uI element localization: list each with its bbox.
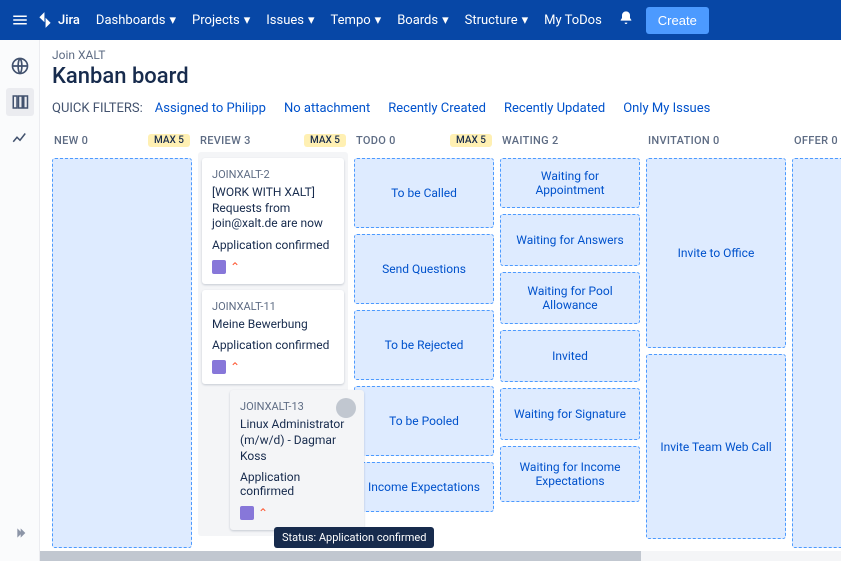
kanban-board: NEW 0 MAX 5 REVIEW 3 MAX 5 JOINXALT-2 [W… xyxy=(40,128,841,561)
column-max-badge: MAX 5 xyxy=(450,134,492,147)
notifications-icon[interactable] xyxy=(618,10,634,30)
transition-zone[interactable]: Waiting for Pool Allowance xyxy=(500,272,640,324)
issue-summary: Meine Bewerbung xyxy=(212,317,334,333)
column-new: NEW 0 MAX 5 xyxy=(52,128,192,548)
issue-key: JOINXALT-2 xyxy=(212,168,334,181)
nav-mytodos[interactable]: My ToDos xyxy=(536,0,610,40)
transition-zone[interactable]: Send Questions xyxy=(354,234,494,304)
nav-tempo[interactable]: Tempo▾ xyxy=(323,0,390,40)
horizontal-scrollbar[interactable] xyxy=(40,551,841,561)
logo-text: Jira xyxy=(58,13,80,28)
sidebar-board-icon[interactable] xyxy=(6,88,34,116)
issue-type-icon xyxy=(212,360,226,374)
nav-boards[interactable]: Boards▾ xyxy=(389,0,456,40)
priority-icon: ⌃ xyxy=(230,260,240,274)
drop-zone[interactable] xyxy=(792,158,841,548)
transition-zone[interactable]: Waiting for Answers xyxy=(500,214,640,266)
quick-filters: QUICK FILTERS: Assigned to Philipp No at… xyxy=(40,93,841,128)
chevron-down-icon: ▾ xyxy=(244,13,251,28)
issue-summary: [WORK WITH XALT] Requests from join@xalt… xyxy=(212,185,334,232)
breadcrumb[interactable]: Join XALT xyxy=(52,48,829,62)
column-header: NEW 0 xyxy=(54,134,88,147)
issue-type-icon xyxy=(240,506,254,520)
column-header: WAITING 2 xyxy=(502,134,559,147)
column-header: REVIEW 3 xyxy=(200,134,251,147)
priority-icon: ⌃ xyxy=(258,506,268,520)
column-header: OFFER 0 xyxy=(794,134,838,147)
issue-card[interactable]: JOINXALT-13 Linux Administrator (m/w/d) … xyxy=(230,390,364,530)
sidebar-expand-icon[interactable] xyxy=(6,519,34,547)
sidebar-globe-icon[interactable] xyxy=(6,52,34,80)
main-content: Join XALT Kanban board QUICK FILTERS: As… xyxy=(40,40,841,561)
transition-zone[interactable]: To be Pooled xyxy=(354,386,494,456)
transition-zone[interactable]: Invite to Office xyxy=(646,158,786,348)
filters-label: QUICK FILTERS: xyxy=(52,101,143,116)
filter-item[interactable]: Recently Created xyxy=(388,101,486,116)
column-invitation: INVITATION 0 Invite to Office Invite Tea… xyxy=(646,128,786,548)
transition-zone[interactable]: Waiting for Appointment xyxy=(500,158,640,208)
filter-item[interactable]: Assigned to Philipp xyxy=(155,101,266,116)
column-waiting: WAITING 2 Waiting for Appointment Waitin… xyxy=(500,128,640,548)
filter-item[interactable]: Recently Updated xyxy=(504,101,605,116)
issue-type-icon xyxy=(212,260,226,274)
column-max-badge: MAX 5 xyxy=(148,134,190,147)
app-switcher-icon[interactable] xyxy=(8,8,32,32)
issue-card[interactable]: JOINXALT-11 Meine Bewerbung Application … xyxy=(202,290,344,385)
nav-structure[interactable]: Structure▾ xyxy=(457,0,536,40)
nav-dashboards[interactable]: Dashboards▾ xyxy=(88,0,184,40)
issue-key: JOINXALT-11 xyxy=(212,300,334,313)
chevron-down-icon: ▾ xyxy=(375,13,382,28)
column-todo: TODO 0 MAX 5 To be Called Send Questions… xyxy=(354,128,494,548)
priority-icon: ⌃ xyxy=(230,360,240,374)
chevron-down-icon: ▾ xyxy=(442,13,449,28)
column-review: REVIEW 3 MAX 5 JOINXALT-2 [WORK WITH XAL… xyxy=(198,128,348,548)
column-header: TODO 0 xyxy=(356,134,396,147)
left-sidebar xyxy=(0,40,40,561)
issue-status: Application confirmed xyxy=(212,238,334,252)
column-header: INVITATION 0 xyxy=(648,134,720,147)
drop-zone[interactable] xyxy=(52,158,192,548)
chevron-down-icon: ▾ xyxy=(308,13,315,28)
transition-zone[interactable]: Waiting for Income Expectations xyxy=(500,446,640,502)
nav-issues[interactable]: Issues▾ xyxy=(258,0,322,40)
board-title: Kanban board xyxy=(52,64,829,89)
transition-zone[interactable]: Income Expectations xyxy=(354,462,494,512)
jira-logo[interactable]: Jira xyxy=(36,11,80,29)
filter-item[interactable]: Only My Issues xyxy=(623,101,710,116)
filter-item[interactable]: No attachment xyxy=(284,101,370,116)
issue-summary: Linux Administrator (m/w/d) - Dagmar Kos… xyxy=(240,417,354,464)
top-navigation: Jira Dashboards▾ Projects▾ Issues▾ Tempo… xyxy=(0,0,841,40)
chevron-down-icon: ▾ xyxy=(522,13,529,28)
nav-projects[interactable]: Projects▾ xyxy=(184,0,258,40)
transition-zone[interactable]: To be Called xyxy=(354,158,494,228)
column-max-badge: MAX 5 xyxy=(304,134,346,147)
status-tooltip: Status: Application confirmed xyxy=(274,527,434,548)
primary-nav: Dashboards▾ Projects▾ Issues▾ Tempo▾ Boa… xyxy=(88,0,709,40)
transition-zone[interactable]: Waiting for Signature xyxy=(500,388,640,440)
create-button[interactable]: Create xyxy=(646,7,709,34)
issue-status: Application confirmed xyxy=(212,338,334,352)
transition-zone[interactable]: Invited xyxy=(500,330,640,382)
sidebar-reports-icon[interactable] xyxy=(6,124,34,152)
issue-status: Application confirmed xyxy=(240,470,354,498)
issue-card[interactable]: JOINXALT-2 [WORK WITH XALT] Requests fro… xyxy=(202,158,344,284)
transition-zone[interactable]: To be Rejected xyxy=(354,310,494,380)
column-offer: OFFER 0 xyxy=(792,128,841,548)
assignee-avatar[interactable] xyxy=(336,398,356,418)
chevron-down-icon: ▾ xyxy=(170,13,177,28)
transition-zone[interactable]: Invite Team Web Call xyxy=(646,354,786,539)
